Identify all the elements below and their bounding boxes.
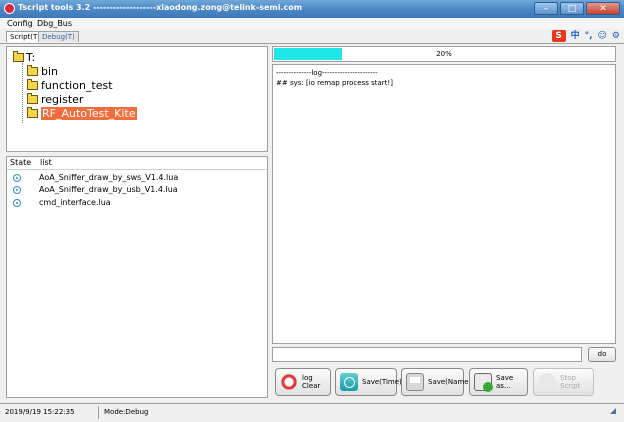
tree-root-label: T: [26,51,36,64]
folder-icon [27,107,38,118]
script-name: AoA_Sniffer_draw_by_usb_V1.4.lua [39,185,178,194]
folder-tree: T: bin function_test register RF_AutoTes… [6,46,268,152]
log-clear-label: log Clear [302,374,321,390]
menu-config[interactable]: Config [7,18,33,29]
tree-item-rf-autotest-kite[interactable]: RF_AutoTest_Kite [27,107,137,120]
script-name: cmd_interface.lua [39,198,111,207]
tab-debug[interactable]: Debug(T) [38,31,79,42]
column-header-list[interactable]: list [40,157,52,169]
save-as-label: Save as... [496,374,514,390]
list-item[interactable]: cmd_interface.lua [13,197,111,208]
tab-bar: Script(T) Debug(T) [0,29,624,44]
menu-dbg-bus[interactable]: Dbg_Bus [37,18,72,29]
open-folder-icon [13,51,24,62]
script-list: State list AoA_Sniffer_draw_by_sws_V1.4.… [6,156,268,398]
window-controls: – □ ✕ [534,2,620,15]
log-line: ## sys: [io remap process start!] [276,79,393,87]
log-output[interactable]: --------------log---------------------- … [272,64,616,344]
folder-icon [27,79,38,90]
stop-icon [538,373,556,391]
script-name: AoA_Sniffer_draw_by_sws_V1.4.lua [39,173,179,182]
app-icon [4,3,15,14]
floppy-disk-icon [474,373,493,392]
status-divider [98,406,99,419]
tree-item-bin[interactable]: bin [27,65,58,78]
minimize-button[interactable]: – [534,2,558,15]
stop-script-label: Stop Script [560,374,581,390]
stop-script-button[interactable]: Stop Script [533,368,594,396]
log-line: --------------log---------------------- [276,69,378,77]
column-header-state[interactable]: State [10,157,31,169]
save-time-label: Save(Time) [362,378,402,386]
tree-item-function-test[interactable]: function_test [27,79,113,92]
menu-bar: Config Dbg_Bus [0,18,624,29]
ime-language-toggle[interactable]: 中 [571,30,580,42]
folder-icon [27,93,38,104]
clock-icon [340,373,358,391]
resize-grip-icon[interactable] [610,408,616,414]
script-state-icon [13,185,21,194]
ime-toolbar: S 中 °, ☺ ⚙ [551,30,620,42]
script-state-icon [13,198,21,207]
do-button[interactable]: do [588,347,616,362]
tree-item-label: function_test [41,79,113,92]
tree-item-register[interactable]: register [27,93,83,106]
save-name-label: Save(Name) [428,378,472,386]
broom-icon [280,373,298,391]
ime-settings-icon[interactable]: ⚙ [612,30,620,42]
tree-item-label: register [41,93,84,106]
list-item[interactable]: AoA_Sniffer_draw_by_sws_V1.4.lua [13,172,178,183]
script-state-icon [13,173,21,182]
command-input[interactable] [272,347,582,362]
title-bar: Tscript tools 3.2 -------------------xia… [0,0,624,19]
status-datetime: 2019/9/19 15:22:35 [5,408,75,416]
list-header: State list [7,157,267,170]
folder-icon [27,65,38,76]
tree-root[interactable]: T: [13,51,35,64]
status-bar: 2019/9/19 15:22:35 Mode:Debug [0,403,624,422]
sogou-ime-icon[interactable]: S [551,30,566,42]
tree-guide-line [22,63,23,123]
close-button[interactable]: ✕ [586,2,620,15]
save-as-button[interactable]: Save as... [469,368,528,396]
status-mode: Mode:Debug [104,408,149,416]
list-item[interactable]: AoA_Sniffer_draw_by_usb_V1.4.lua [13,184,178,195]
save-time-button[interactable]: Save(Time) [335,368,402,396]
document-icon [406,373,424,391]
ime-punctuation-toggle[interactable]: °, [585,30,593,42]
tree-item-label: bin [41,65,59,78]
tree-item-label-selected: RF_AutoTest_Kite [41,107,137,120]
window-title: Tscript tools 3.2 -------------------xia… [18,3,303,12]
save-name-button[interactable]: Save(Name) [401,368,471,396]
maximize-button[interactable]: □ [560,2,584,15]
progress-label: 20% [436,50,452,58]
ime-emoji-icon[interactable]: ☺ [598,30,607,42]
log-clear-button[interactable]: log Clear [275,368,331,396]
progress-bar: 20% [272,46,616,62]
